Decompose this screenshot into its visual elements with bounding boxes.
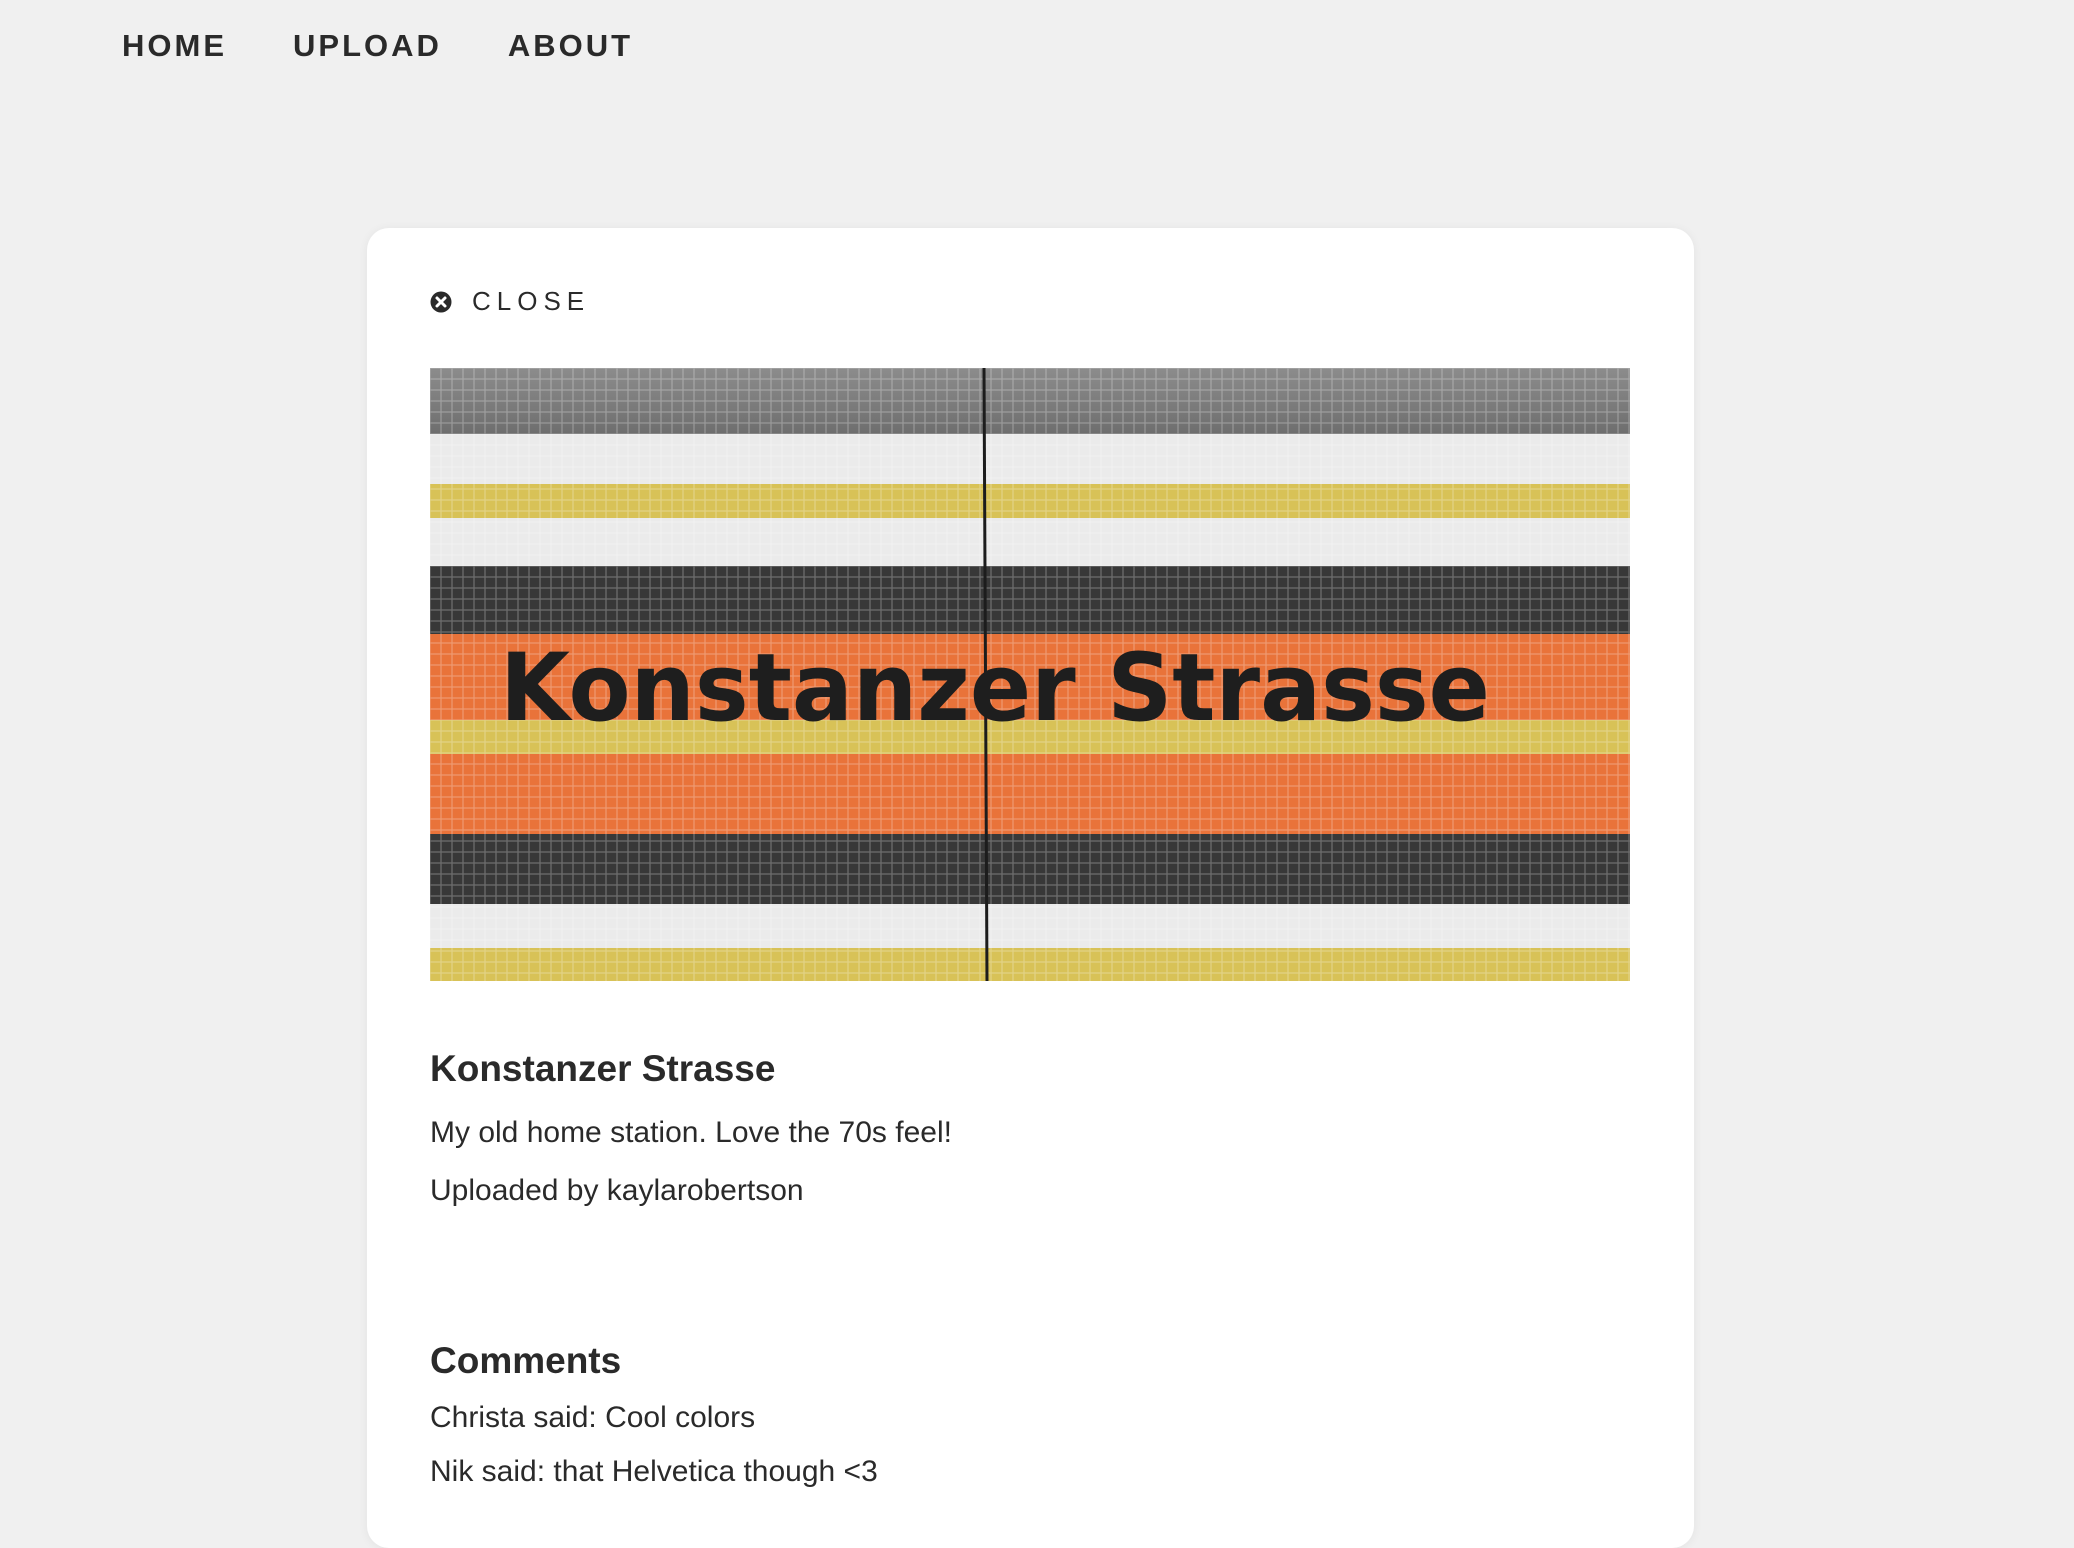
photo-uploader: Uploaded by kaylarobertson	[430, 1174, 804, 1207]
nav-upload-link[interactable]: UPLOAD	[293, 28, 442, 64]
close-icon	[430, 291, 452, 312]
comments-heading: Comments	[430, 1340, 622, 1381]
sign-text: Konstanzer Strasse	[500, 634, 1490, 743]
nav-about-link[interactable]: ABOUT	[508, 28, 633, 64]
close-button[interactable]: CLOSE	[430, 286, 590, 317]
photo-description: My old home station. Love the 70s feel!	[430, 1116, 952, 1149]
nav-home-link[interactable]: HOME	[122, 28, 227, 64]
photo-modal: CLOSE Konstanzer Strasse Konstanzer Stra…	[367, 228, 1694, 1548]
comment-item: Christa said: Cool colors	[430, 1401, 756, 1434]
comment-item: Nik said: that Helvetica though <3	[430, 1455, 878, 1488]
top-nav: HOME UPLOAD ABOUT	[122, 28, 633, 64]
photo-title: Konstanzer Strasse	[430, 1048, 776, 1089]
photo-image: Konstanzer Strasse	[430, 368, 1630, 981]
close-label: CLOSE	[472, 286, 591, 316]
